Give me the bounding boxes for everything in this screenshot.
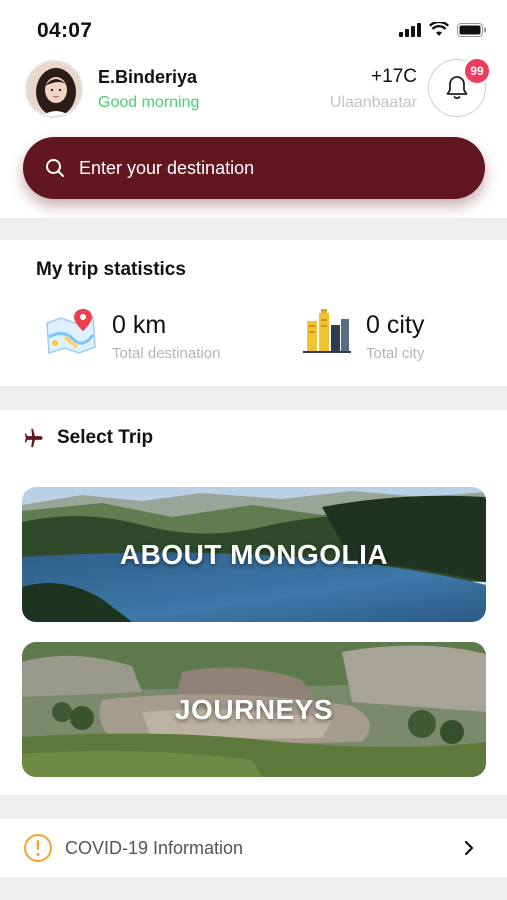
covid-information-row[interactable]: COVID-19 Information <box>0 819 507 877</box>
stat-label-city: Total city <box>366 345 425 362</box>
map-pin-icon <box>46 309 96 354</box>
trip-card-label: JOURNEYS <box>174 693 334 725</box>
stat-total-city: 0 city Total city <box>303 309 425 362</box>
trip-statistics-card: My trip statistics 0 km Total destinatio… <box>0 240 507 386</box>
status-time: 04:07 <box>37 19 93 42</box>
trip-card-label: ABOUT MONGOLIA <box>119 538 389 570</box>
stat-label-destination: Total destination <box>112 345 221 362</box>
chevron-right-icon <box>464 840 474 856</box>
stat-value-city: 0 city <box>366 311 425 339</box>
signal-icon <box>399 22 421 37</box>
search-placeholder: Enter your destination <box>79 157 255 178</box>
select-trip-section: Select Trip ABOUT MONGOLIA JOURNEYS <box>0 410 507 795</box>
stat-total-destination: 0 km Total destination <box>43 309 221 362</box>
city-name: Ulaanbaatar <box>329 94 417 111</box>
stats-title: My trip statistics <box>36 259 186 280</box>
avatar[interactable] <box>25 60 83 118</box>
airplane-icon <box>24 428 43 448</box>
notification-badge: 99 <box>463 57 491 85</box>
battery-icon <box>457 22 486 37</box>
select-trip-title: Select Trip <box>57 427 154 448</box>
search-icon <box>46 159 64 177</box>
select-trip-header: Select Trip <box>23 427 153 449</box>
search-input[interactable]: Enter your destination <box>23 137 485 199</box>
city-buildings-icon <box>303 309 351 353</box>
status-bar: 04:07 <box>0 0 507 58</box>
trip-card-about-mongolia[interactable]: ABOUT MONGOLIA <box>22 487 486 622</box>
greeting-text: Good morning <box>98 94 200 111</box>
warning-icon <box>24 834 52 862</box>
stat-value-km: 0 km <box>112 311 167 339</box>
trip-card-journeys[interactable]: JOURNEYS <box>22 642 486 777</box>
wifi-icon <box>429 22 449 36</box>
status-icons <box>399 22 487 37</box>
temperature: +17C <box>371 66 417 87</box>
header: E.Binderiya Good morning +17C Ulaanbaata… <box>0 57 507 218</box>
covid-label: COVID-19 Information <box>65 837 244 858</box>
user-name: E.Binderiya <box>98 67 198 87</box>
